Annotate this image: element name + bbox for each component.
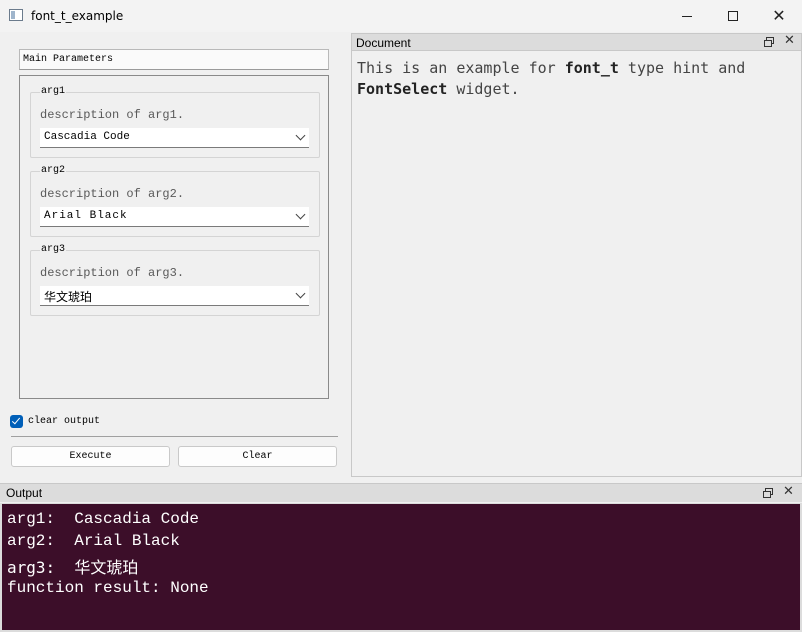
output-line: function result: None [7,579,209,597]
arg1-font-select[interactable]: Cascadia Code [40,128,309,148]
window-title: font_t_example [31,9,124,23]
arg2-value: Arial Black [44,210,128,222]
close-dock-icon[interactable]: ✕ [784,33,795,49]
clear-output-label[interactable]: clear output [28,416,100,427]
document-dock-titlebar[interactable]: Document ✕ [351,33,802,51]
arg3-description: description of arg3. [40,266,185,280]
arg1-legend: arg1 [40,86,67,97]
document-panel: This is an example for font_t type hint … [351,51,802,477]
document-text: This is an example for font_t type hint … [357,58,797,100]
doc-code-font-t: font_t [564,59,619,77]
float-dock-icon[interactable] [764,37,774,47]
main-parameters-tab[interactable]: Main Parameters [19,49,329,70]
doc-code-fontselect: FontSelect [357,80,448,98]
minimize-icon [682,15,692,17]
document-dock-title: Document [356,36,411,50]
output-dock-titlebar[interactable]: Output ✕ [0,483,802,502]
close-dock-icon[interactable]: ✕ [783,484,794,500]
app-window-icon [9,9,23,21]
parameters-frame: arg1 description of arg1. Cascadia Code … [19,75,329,399]
doc-text-part3: widget. [447,80,520,98]
arg2-group: arg2 description of arg2. Arial Black [30,165,320,237]
minimize-button[interactable] [664,0,710,32]
arg3-legend: arg3 [40,244,67,255]
maximize-icon [728,11,738,21]
execute-button[interactable]: Execute [11,446,170,467]
output-console[interactable]: arg1: Cascadia Code arg2: Arial Black ar… [0,503,802,632]
output-line: arg2: Arial Black [7,532,180,550]
chevron-down-icon [295,130,306,141]
arg2-font-select[interactable]: Arial Black [40,207,309,227]
window-titlebar[interactable]: font_t_example ✕ [0,0,802,32]
maximize-button[interactable] [710,0,756,32]
close-window-button[interactable]: ✕ [756,0,802,32]
output-line: arg1: Cascadia Code [7,510,200,528]
separator [11,436,338,437]
arg3-group: arg3 description of arg3. 华文琥珀 [30,244,320,316]
doc-text-part1: This is an example for [357,59,565,77]
chevron-down-icon [295,209,306,220]
output-dock-title: Output [6,486,43,500]
chevron-down-icon [295,288,306,299]
clear-output-checkbox[interactable] [10,415,23,428]
arg2-legend: arg2 [40,165,67,176]
clear-button[interactable]: Clear [178,446,337,467]
arg2-description: description of arg2. [40,187,185,201]
arg1-group: arg1 description of arg1. Cascadia Code [30,86,320,158]
arg1-description: description of arg1. [40,108,185,122]
doc-text-part2: type hint and [618,59,746,77]
float-dock-icon[interactable] [763,488,773,498]
output-line: arg3: 华文琥珀 [7,558,139,577]
close-icon: ✕ [772,6,786,25]
arg1-value: Cascadia Code [44,131,130,143]
arg3-value: 华文琥珀 [44,290,93,304]
main-parameters-label: Main Parameters [23,54,114,65]
arg3-font-select[interactable]: 华文琥珀 [40,286,309,306]
